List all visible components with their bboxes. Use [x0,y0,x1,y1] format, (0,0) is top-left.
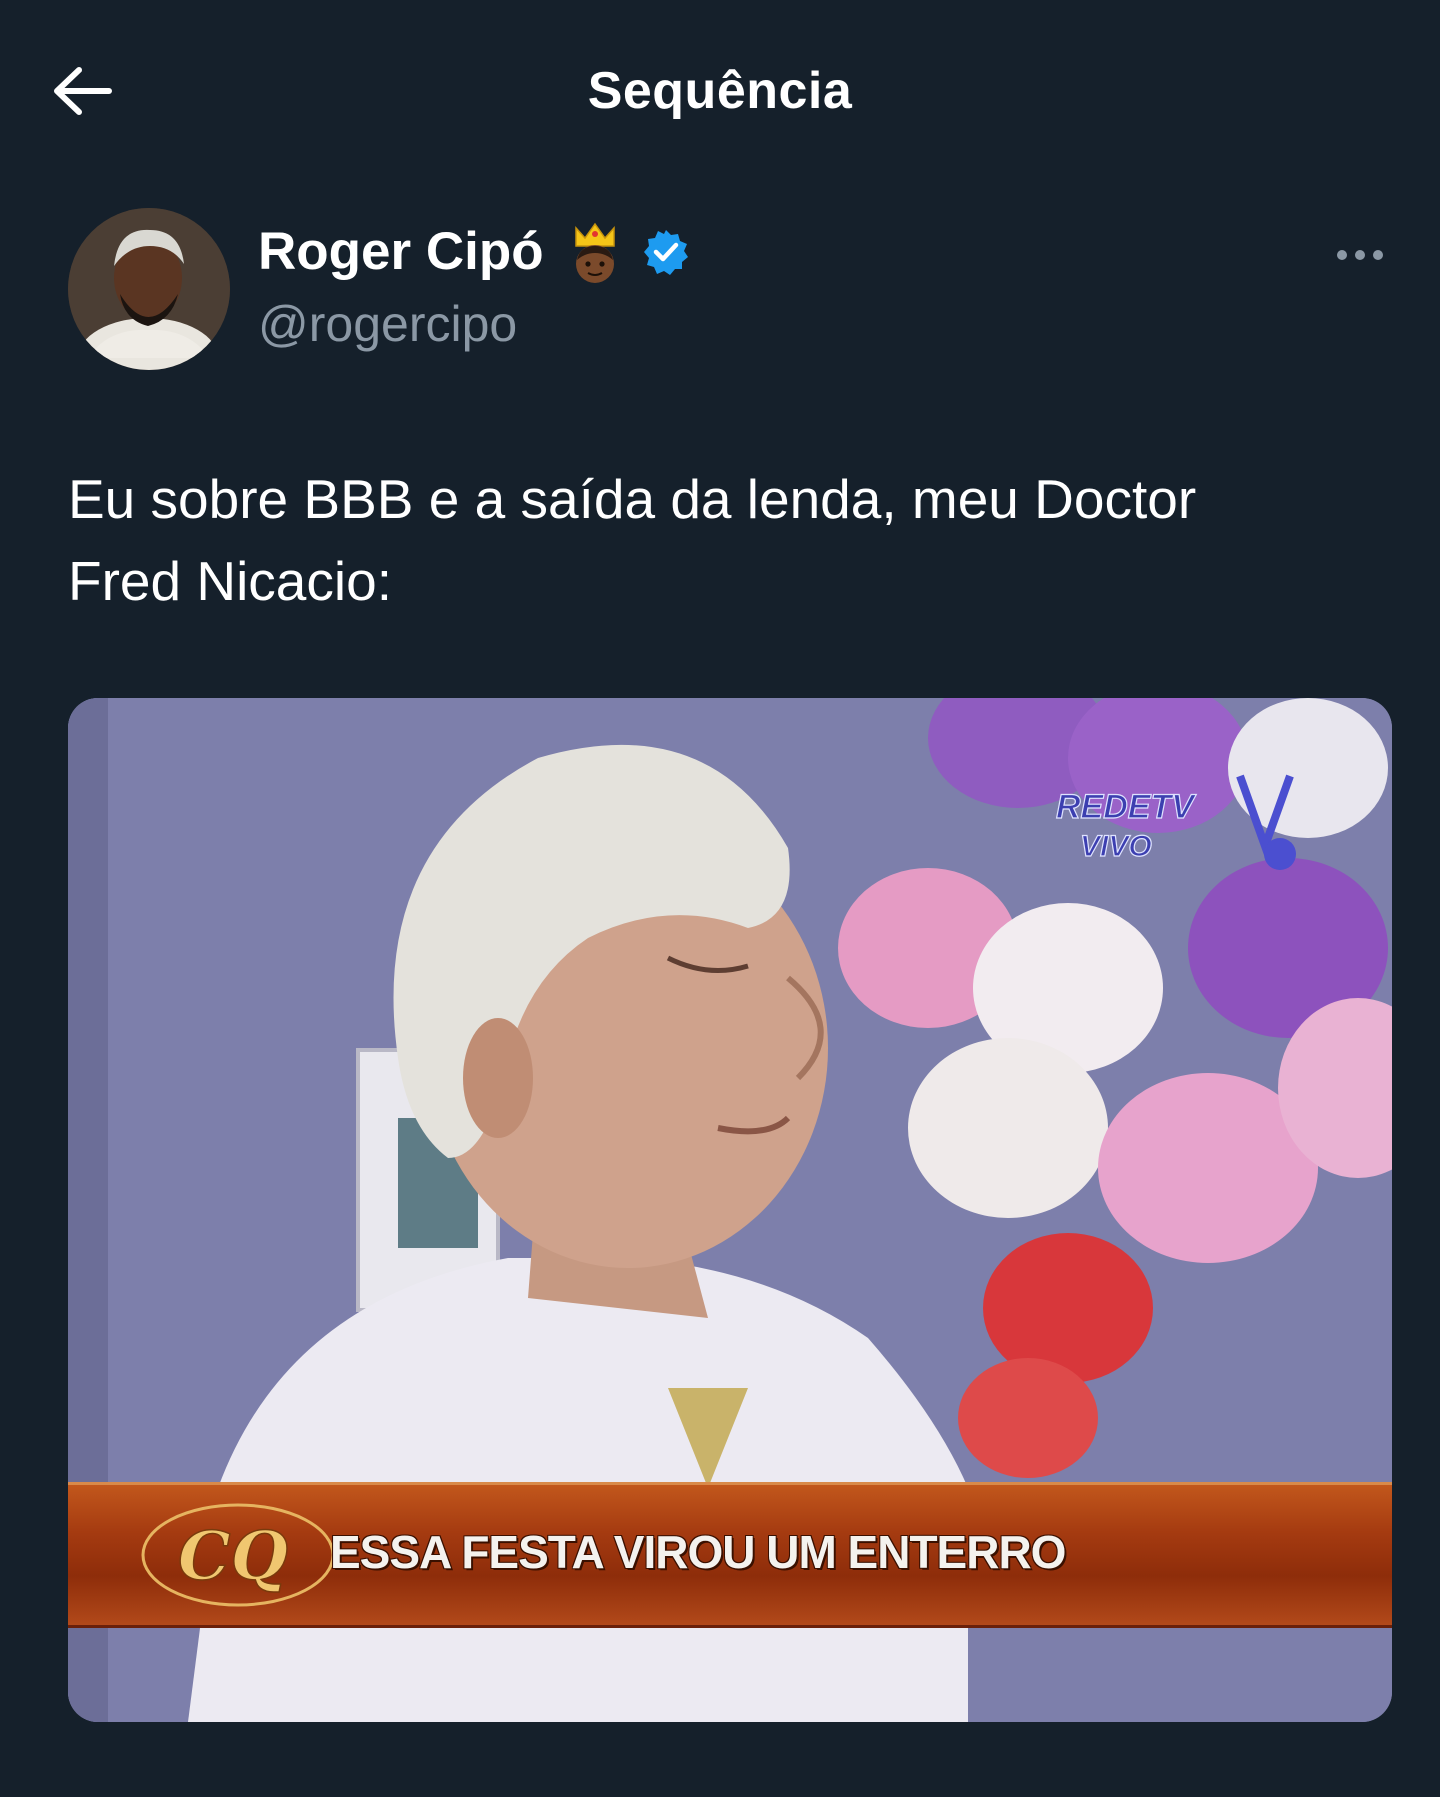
more-options-icon [1337,250,1383,260]
crown-person-emoji-icon [574,222,615,283]
avatar[interactable] [68,208,230,370]
broadcaster-watermark: REDETV VIVO [1055,774,1296,870]
watermark-top-text: REDETV [1056,788,1197,826]
tv-caption-text: ESSA FESTA VIROU UM ENTERRO [330,1526,1066,1578]
top-bar: Sequência [0,0,1440,185]
author-handle[interactable]: @rogercipo [258,292,517,356]
author-display-name[interactable]: Roger Cipó [258,220,544,284]
watermark-bottom-text: VIVO [1080,830,1152,863]
author-name-line: Roger Cipó [258,220,690,284]
show-logo: CQ [141,1503,335,1607]
tv-caption-bar: CQ ESSA FESTA VIROU UM ENTERRO [68,1482,1392,1628]
tweet-media-image[interactable]: REDETV VIVO CQ ESSA FESTA VIROU UM ENTER… [68,698,1392,1722]
tweet-text: Eu sobre BBB e a saída da lenda, meu Doc… [68,468,1197,612]
avatar-portrait [68,208,230,370]
verified-badge-icon [643,230,688,275]
show-logo-text: CQ [178,1517,288,1595]
tweet-author-header: Roger Cipó @rogercipo [0,200,1440,380]
more-options-button[interactable] [1330,240,1390,270]
page-title: Sequência [587,62,853,120]
